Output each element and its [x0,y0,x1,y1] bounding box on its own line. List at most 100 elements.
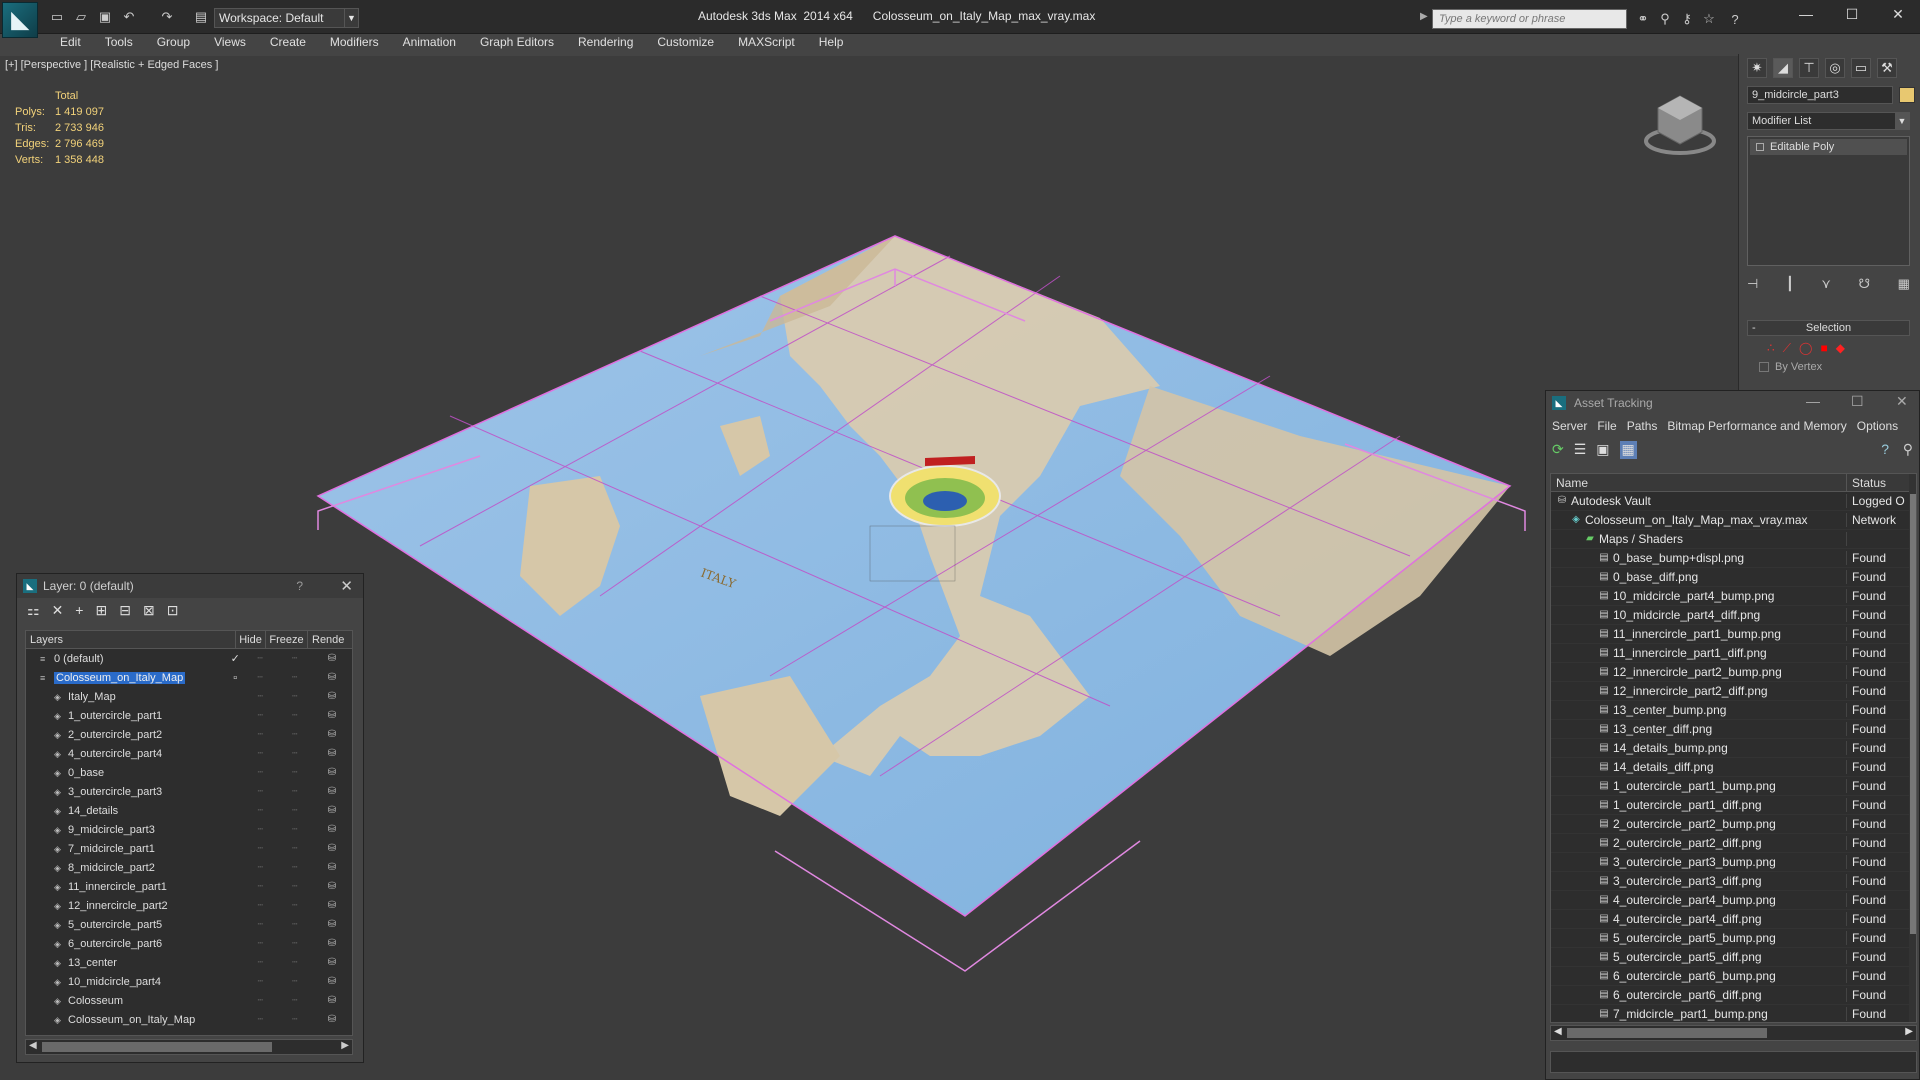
asset-name-cell[interactable]: ◈ Colosseum_on_Italy_Map_max_vray.max [1551,513,1847,527]
freeze-toggle-icon[interactable]: ┄ [277,672,311,683]
layer-row[interactable]: ◈ 1_outercircle_part1 ┄ ┄ ⛁ [26,706,352,725]
expand-icon[interactable] [1756,143,1764,151]
object-color-swatch[interactable] [1899,87,1915,103]
project-folder-icon[interactable]: ▤ [192,8,210,26]
layer-horizontal-scrollbar[interactable]: ◀ ▶ [25,1039,353,1055]
asset-name-cell[interactable]: ▤ 12_innercircle_part2_bump.png [1551,665,1847,679]
asset-name-cell[interactable]: ▤ 10_midcircle_part4_bump.png [1551,589,1847,603]
layer-name-cell[interactable]: ◈ Italy_Map [26,691,228,703]
menu-server[interactable]: Server [1552,419,1587,433]
freeze-toggle-icon[interactable]: ┄ [278,767,312,778]
layer-name-cell[interactable]: ◈ 14_details [26,805,228,817]
vertex-icon[interactable]: ∴ [1767,341,1775,356]
help-icon[interactable]: ? [1726,10,1744,28]
hide-toggle-icon[interactable]: ┄ [243,691,277,702]
menu-modifiers[interactable]: Modifiers [318,34,391,54]
layer-name-cell[interactable]: ◈ 8_midcircle_part2 [26,862,228,874]
hide-toggle-icon[interactable]: ┄ [243,862,277,873]
create-layer-icon[interactable]: + [75,602,83,620]
freeze-toggle-icon[interactable]: ┄ [278,938,312,949]
menu-options[interactable]: Options [1857,419,1898,433]
show-end-result-icon[interactable]: ┃ [1786,276,1794,292]
layer-row[interactable]: ◈ 4_outercircle_part4 ┄ ┄ ⛁ [26,744,352,763]
add-to-layer-icon[interactable]: ⊞ [95,602,107,620]
asset-row[interactable]: ▤ 12_innercircle_part2_bump.png Found [1551,663,1916,682]
menu-views[interactable]: Views [202,34,258,54]
layer-row[interactable]: ◈ 11_innercircle_part1 ┄ ┄ ⛁ [26,877,352,896]
hide-toggle-icon[interactable]: ┄ [243,1014,277,1025]
edge-icon[interactable]: ⟋ [1783,341,1791,356]
render-toggle-icon[interactable]: ⛁ [312,786,352,797]
render-toggle-icon[interactable]: ⛁ [312,748,352,759]
render-toggle-icon[interactable]: ⛁ [312,938,352,949]
menu-file[interactable]: File [1597,419,1616,433]
pin-icon[interactable]: ⚲ [1903,441,1913,458]
freeze-toggle-icon[interactable]: ┄ [278,919,312,930]
close-icon[interactable]: ✕ [340,577,353,595]
layer-name-cell[interactable]: ◈ 2_outercircle_part2 [26,729,228,741]
hide-toggle-icon[interactable]: ┄ [243,672,277,683]
asset-row[interactable]: ▤ 0_base_bump+displ.png Found [1551,549,1916,568]
render-toggle-icon[interactable]: ⛁ [312,881,352,892]
scroll-thumb[interactable] [1567,1028,1767,1038]
hide-toggle-icon[interactable]: ┄ [243,653,277,664]
modifier-list-dropdown[interactable]: Modifier List ▼ [1747,112,1910,130]
minimize-icon[interactable]: — [1796,6,1816,22]
menu-help[interactable]: Help [807,34,856,54]
asset-name-cell[interactable]: ▤ 11_innercircle_part1_diff.png [1551,646,1847,660]
render-toggle-icon[interactable]: ⛁ [312,862,352,873]
asset-row[interactable]: ▤ 14_details_bump.png Found [1551,739,1916,758]
layer-row[interactable]: ◈ Colosseum ┄ ┄ ⛁ [26,991,352,1010]
asset-tracking-titlebar[interactable]: ◣ Asset Tracking — ☐ ✕ [1546,391,1919,415]
asset-row[interactable]: ▤ 11_innercircle_part1_bump.png Found [1551,625,1916,644]
hide-toggle-icon[interactable]: ┄ [243,919,277,930]
asset-row[interactable]: ▤ 11_innercircle_part1_diff.png Found [1551,644,1916,663]
render-toggle-icon[interactable]: ⛁ [312,843,352,854]
hide-toggle-icon[interactable]: ┄ [243,938,277,949]
close-icon[interactable]: ✕ [1888,6,1908,23]
configure-sets-icon[interactable]: ▦ [1898,276,1910,292]
asset-name-cell[interactable]: ▤ 5_outercircle_part5_bump.png [1551,931,1847,945]
asset-name-cell[interactable]: ▤ 6_outercircle_part6_bump.png [1551,969,1847,983]
hide-toggle-icon[interactable]: ┄ [243,843,277,854]
render-toggle-icon[interactable]: ⛁ [312,653,352,664]
asset-row[interactable]: ▤ 2_outercircle_part2_bump.png Found [1551,815,1916,834]
layer-name-cell[interactable]: ◈ 13_center [26,957,228,969]
asset-row[interactable]: ▤ 12_innercircle_part2_diff.png Found [1551,682,1916,701]
binoculars-icon[interactable]: ⚭ [1634,10,1652,28]
layer-row[interactable]: ◈ 2_outercircle_part2 ┄ ┄ ⛁ [26,725,352,744]
layer-name-cell[interactable]: ◈ 12_innercircle_part2 [26,900,228,912]
hide-toggle-icon[interactable]: ┄ [243,710,277,721]
asset-row[interactable]: ▤ 3_outercircle_part3_bump.png Found [1551,853,1916,872]
render-toggle-icon[interactable]: ⛁ [312,767,352,778]
asset-row[interactable]: ▤ 5_outercircle_part5_bump.png Found [1551,929,1916,948]
layer-name-cell[interactable]: ◈ 10_midcircle_part4 [26,976,228,988]
motion-tab-icon[interactable]: ◎ [1825,58,1845,78]
layer-name-cell[interactable]: ◈ Colosseum_on_Italy_Map [26,1014,228,1026]
layer-explorer-titlebar[interactable]: ◣ Layer: 0 (default) ? ✕ [17,574,363,598]
layer-name-cell[interactable]: ≡ 0 (default) [26,653,228,665]
hide-toggle-icon[interactable]: ┄ [243,976,277,987]
list-view-icon[interactable]: ☰ [1574,441,1587,459]
render-toggle-icon[interactable]: ⛁ [312,672,352,683]
render-toggle-icon[interactable]: ⛁ [312,691,352,702]
menu-edit[interactable]: Edit [48,34,93,54]
asset-name-cell[interactable]: ▤ 14_details_diff.png [1551,760,1847,774]
asset-row[interactable]: ▤ 3_outercircle_part3_diff.png Found [1551,872,1916,891]
render-toggle-icon[interactable]: ⛁ [312,919,352,930]
layer-name-cell[interactable]: ◈ 9_midcircle_part3 [26,824,228,836]
asset-name-cell[interactable]: ▤ 1_outercircle_part1_bump.png [1551,779,1847,793]
border-icon[interactable]: ◯ [1799,341,1812,356]
layer-name-cell[interactable]: ◈ 6_outercircle_part6 [26,938,228,950]
hide-toggle-icon[interactable]: ┄ [243,729,277,740]
current-layer-check-icon[interactable]: ✓ [228,652,243,665]
freeze-toggle-icon[interactable]: ┄ [278,748,312,759]
hide-toggle-icon[interactable]: ┄ [243,786,277,797]
hide-toggle-icon[interactable]: ┄ [243,900,277,911]
asset-row[interactable]: ▤ 4_outercircle_part4_bump.png Found [1551,891,1916,910]
asset-name-cell[interactable]: ▤ 5_outercircle_part5_diff.png [1551,950,1847,964]
communication-icon[interactable]: ⚷ [1678,10,1696,28]
layer-name-cell[interactable]: ◈ 5_outercircle_part5 [26,919,228,931]
make-current-icon[interactable]: ⊡ [167,602,179,620]
hide-toggle-icon[interactable]: ┄ [243,957,277,968]
